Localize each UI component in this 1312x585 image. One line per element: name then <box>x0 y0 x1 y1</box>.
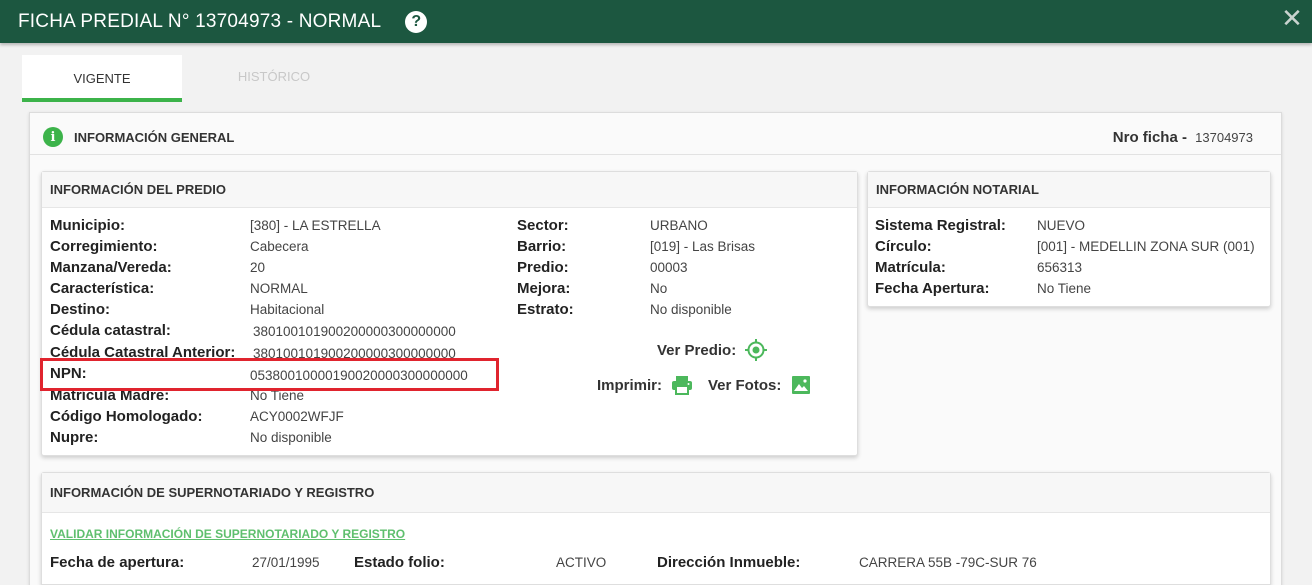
fecha-apertura-folio-value: 27/01/1995 <box>252 555 320 570</box>
ficha-number-value: 13704973 <box>1195 130 1253 145</box>
ver-fotos-label: Ver Fotos: <box>708 376 782 394</box>
image-icon[interactable] <box>791 375 811 395</box>
validar-supernotariado-link[interactable]: VALIDAR INFORMACIÓN DE SUPERNOTARIADO Y … <box>50 527 405 541</box>
mejora-label: Mejora: <box>517 280 571 297</box>
predio-panel-title: INFORMACIÓN DEL PREDIO <box>42 172 857 208</box>
ver-predio-label: Ver Predio: <box>657 341 737 359</box>
manzana-label: Manzana/Vereda: <box>50 259 172 276</box>
npn-highlight-box <box>40 358 499 391</box>
caracteristica-value: NORMAL <box>250 281 308 296</box>
imprimir-label: Imprimir: <box>597 376 663 394</box>
matricula-label: Matrícula: <box>875 259 946 276</box>
nupre-label: Nupre: <box>50 429 99 446</box>
modal-title: FICHA PREDIAL N° 13704973 - NORMAL <box>18 10 382 32</box>
estrato-value: No disponible <box>650 302 732 317</box>
fecha-apertura-folio-label: Fecha de apertura: <box>50 554 185 571</box>
sector-value: URBANO <box>650 218 708 233</box>
sistema-registral-value: NUEVO <box>1037 218 1086 233</box>
locate-icon[interactable] <box>744 338 768 362</box>
corregimiento-value: Cabecera <box>250 239 309 254</box>
ficha-number: Nro ficha - 13704973 <box>1113 129 1253 146</box>
caracteristica-label: Característica: <box>50 280 155 297</box>
tab-vigente[interactable]: VIGENTE <box>22 55 182 102</box>
estado-folio-label: Estado folio: <box>354 554 445 571</box>
sector-label: Sector: <box>517 217 569 234</box>
fecha-apertura-value: No Tiene <box>1037 281 1092 296</box>
nupre-value: No disponible <box>250 430 332 445</box>
municipio-label: Municipio: <box>50 217 125 234</box>
predio-label: Predio: <box>517 259 569 276</box>
general-info-title: INFORMACIÓN GENERAL <box>74 130 235 145</box>
cedula-catastral-label: Cédula catastral: <box>50 322 171 339</box>
destino-label: Destino: <box>50 301 110 318</box>
fecha-apertura-label: Fecha Apertura: <box>875 280 990 297</box>
manzana-value: 20 <box>250 260 266 275</box>
info-icon: i <box>43 127 63 147</box>
municipio-value: [380] - LA ESTRELLA <box>250 218 381 233</box>
ficha-number-label: Nro ficha - <box>1112 129 1187 146</box>
circulo-value: [001] - MEDELLIN ZONA SUR (001) <box>1037 239 1255 254</box>
general-info-header: i INFORMACIÓN GENERAL Nro ficha - 137049… <box>30 113 1281 155</box>
print-icon[interactable] <box>671 375 693 395</box>
ver-predio-action[interactable]: Ver Predio: <box>657 338 768 362</box>
codigo-homologado-label: Código Homologado: <box>50 408 203 425</box>
mejora-value: No <box>650 281 668 296</box>
help-icon[interactable]: ? <box>405 10 428 33</box>
close-icon[interactable]: ✕ <box>1278 4 1306 34</box>
ver-fotos-action[interactable]: Ver Fotos: <box>708 375 811 395</box>
sistema-registral-label: Sistema Registral: <box>875 217 1006 234</box>
tab-historico[interactable]: HISTÓRICO <box>194 55 354 102</box>
circulo-label: Círculo: <box>875 238 932 255</box>
codigo-homologado-value: ACY0002WFJF <box>250 409 344 424</box>
barrio-value: [019] - Las Brisas <box>650 239 756 254</box>
predio-value: 00003 <box>650 260 688 275</box>
matricula-value: 656313 <box>1037 260 1083 275</box>
imprimir-action[interactable]: Imprimir: <box>597 375 693 395</box>
estrato-label: Estrato: <box>517 301 574 318</box>
tab-bar: VIGENTE HISTÓRICO <box>22 55 354 102</box>
notarial-panel-title: INFORMACIÓN NOTARIAL <box>868 172 1270 208</box>
destino-value: Habitacional <box>250 302 325 317</box>
supernotariado-panel-title: INFORMACIÓN DE SUPERNOTARIADO Y REGISTRO <box>42 473 1270 513</box>
modal-header: FICHA PREDIAL N° 13704973 - NORMAL ? <box>0 0 1312 43</box>
direccion-inmueble-label: Dirección Inmueble: <box>657 554 801 571</box>
cedula-catastral-value: 380100101900200000300000000 <box>253 324 456 339</box>
corregimiento-label: Corregimiento: <box>50 238 158 255</box>
barrio-label: Barrio: <box>517 238 567 255</box>
direccion-inmueble-value: CARRERA 55B -79C-SUR 76 <box>859 555 1037 570</box>
estado-folio-value: ACTIVO <box>556 555 607 570</box>
